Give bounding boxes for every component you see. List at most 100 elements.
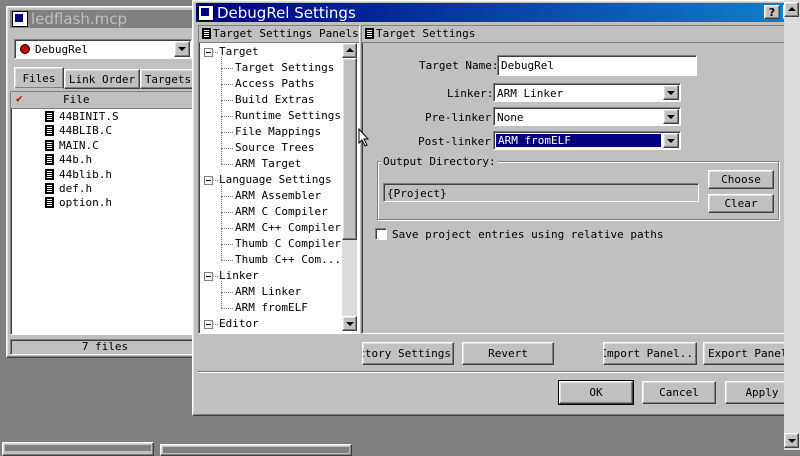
file-name: def.h <box>59 182 93 195</box>
target-select[interactable]: DebugRel <box>14 39 192 59</box>
tree-label: Language Settings <box>219 173 332 186</box>
tree-connector <box>213 180 218 181</box>
tree-item[interactable]: ARM C++ Compiler <box>235 220 341 236</box>
tree-label: Source Trees <box>235 141 315 154</box>
tree-item[interactable]: Build Extras <box>235 92 314 108</box>
tree-connector <box>221 308 233 309</box>
prelinker-label: Pre-linker: <box>425 111 498 124</box>
linker-label: Linker: <box>447 87 494 100</box>
help-button[interactable]: ? <box>764 5 780 19</box>
tree-label: Target <box>219 45 259 58</box>
tree-group[interactable]: Editor <box>219 316 259 332</box>
tree-item[interactable]: ARM Target <box>235 156 301 172</box>
tree-connector <box>221 116 233 117</box>
tab-targets[interactable]: Targets <box>140 69 196 89</box>
file-column-header[interactable]: File <box>63 93 90 106</box>
scroll-down-arrow-icon[interactable] <box>342 316 357 331</box>
minimized-window-2-titlebar <box>163 447 349 453</box>
scroll-up-arrow-icon[interactable] <box>784 2 799 17</box>
tree-item[interactable]: Source Trees <box>235 140 314 156</box>
source-file-icon <box>45 197 54 209</box>
revert-button[interactable]: Revert <box>462 342 554 365</box>
postlinker-select[interactable]: ARM fromELF <box>493 131 681 150</box>
checkmark-icon[interactable]: ✔ <box>16 92 23 105</box>
source-file-icon <box>45 154 54 166</box>
tree-item[interactable]: Access Paths <box>235 76 314 92</box>
scroll-thumb[interactable] <box>342 58 357 240</box>
tree-connector <box>221 132 233 133</box>
clear-button[interactable]: Clear <box>708 194 774 213</box>
background-scrollbar[interactable] <box>784 0 800 450</box>
tree-label: Target Settings <box>235 61 335 74</box>
scroll-up-arrow-icon[interactable] <box>342 43 357 58</box>
tree-connector <box>221 281 222 308</box>
minimized-window-1[interactable] <box>2 442 154 456</box>
minimized-window-2[interactable] <box>160 444 352 456</box>
tree-label: ARM C++ Compiler <box>235 221 341 234</box>
import-panel-button[interactable]: Import Panel... <box>603 342 697 365</box>
tree-connector <box>221 212 233 213</box>
tree-item[interactable]: ARM fromELF <box>235 300 308 316</box>
tree-item[interactable]: File Mappings <box>235 124 321 140</box>
tree-connector <box>221 244 233 245</box>
prelinker-select[interactable]: None <box>493 107 681 126</box>
file-row[interactable]: 44BLIB.C <box>11 124 199 138</box>
target-name-input[interactable]: DebugRel <box>497 55 697 76</box>
file-count: 7 files <box>81 340 129 353</box>
output-directory-field: {Project} <box>383 183 699 202</box>
linker-select[interactable]: ARM Linker <box>493 83 681 102</box>
tree-group[interactable]: Target <box>219 44 259 60</box>
tree-item[interactable]: Thumb C Compiler <box>235 236 341 252</box>
panels-header: Target Settings Panels <box>199 26 359 43</box>
chevron-down-icon[interactable] <box>663 133 679 148</box>
collapse-icon[interactable] <box>204 272 213 281</box>
tree-item[interactable]: ARM C Compiler <box>235 204 328 220</box>
file-row[interactable]: 44blib.h <box>11 168 199 182</box>
tree-scrollbar[interactable] <box>342 43 357 331</box>
project-window-titlebar[interactable]: ledflash.mcp <box>10 10 204 28</box>
target-name-label: Target Name: <box>419 59 499 72</box>
ok-button[interactable]: OK <box>558 380 634 405</box>
panel-title: Target Settings <box>376 27 476 40</box>
tree-connector <box>221 148 233 149</box>
file-name: 44blib.h <box>59 167 112 181</box>
tree-label: Thumb C++ Com... <box>235 253 341 266</box>
mouse-cursor-icon <box>358 128 370 147</box>
tab-link-order[interactable]: Link Order <box>64 69 140 89</box>
tree-item[interactable]: Target Settings <box>235 60 334 76</box>
settings-dialog-titlebar[interactable]: DebugRel Settings <box>196 3 800 22</box>
choose-button[interactable]: Choose <box>708 170 774 189</box>
tree-item[interactable]: ARM Linker <box>235 284 301 300</box>
export-panel-button[interactable]: Export Panel... <box>703 342 797 365</box>
collapse-icon[interactable] <box>204 320 213 329</box>
file-row[interactable]: option.h <box>11 196 199 210</box>
source-file-icon <box>45 125 54 137</box>
tree-connector <box>213 52 218 53</box>
tree-item[interactable]: Runtime Settings <box>235 108 341 124</box>
chevron-down-icon[interactable] <box>663 85 679 100</box>
chevron-down-icon[interactable] <box>663 109 679 124</box>
file-row[interactable]: def.h <box>11 182 199 196</box>
panel-title-icon <box>365 28 374 39</box>
collapse-icon[interactable] <box>204 48 213 57</box>
factory-settings-button[interactable]: Factory Settings <box>362 342 454 365</box>
source-file-icon <box>45 139 54 151</box>
cancel-button[interactable]: Cancel <box>642 381 716 404</box>
chevron-down-icon[interactable] <box>174 41 190 57</box>
file-row[interactable]: MAIN.C <box>11 139 199 153</box>
tree-label: Linker <box>219 269 259 282</box>
tree-connector <box>221 292 233 293</box>
tree-label: ARM Linker <box>235 285 302 298</box>
file-row[interactable]: 44b.h <box>11 153 199 167</box>
collapse-icon[interactable] <box>204 176 213 185</box>
scroll-down-arrow-icon[interactable] <box>784 433 799 448</box>
save-relative-checkbox[interactable] <box>375 228 387 240</box>
tree-item[interactable]: ARM Assembler <box>235 188 321 204</box>
tree-label: Thumb C Compiler <box>235 237 341 250</box>
file-row[interactable]: 44BINIT.S <box>11 110 199 124</box>
tab-files[interactable]: Files <box>14 67 64 89</box>
tree-group[interactable]: Linker <box>219 268 259 284</box>
project-window-title: ledflash.mcp <box>31 10 128 28</box>
tree-group[interactable]: Language Settings <box>219 172 332 188</box>
tree-item[interactable]: Thumb C++ Com... <box>235 252 341 268</box>
